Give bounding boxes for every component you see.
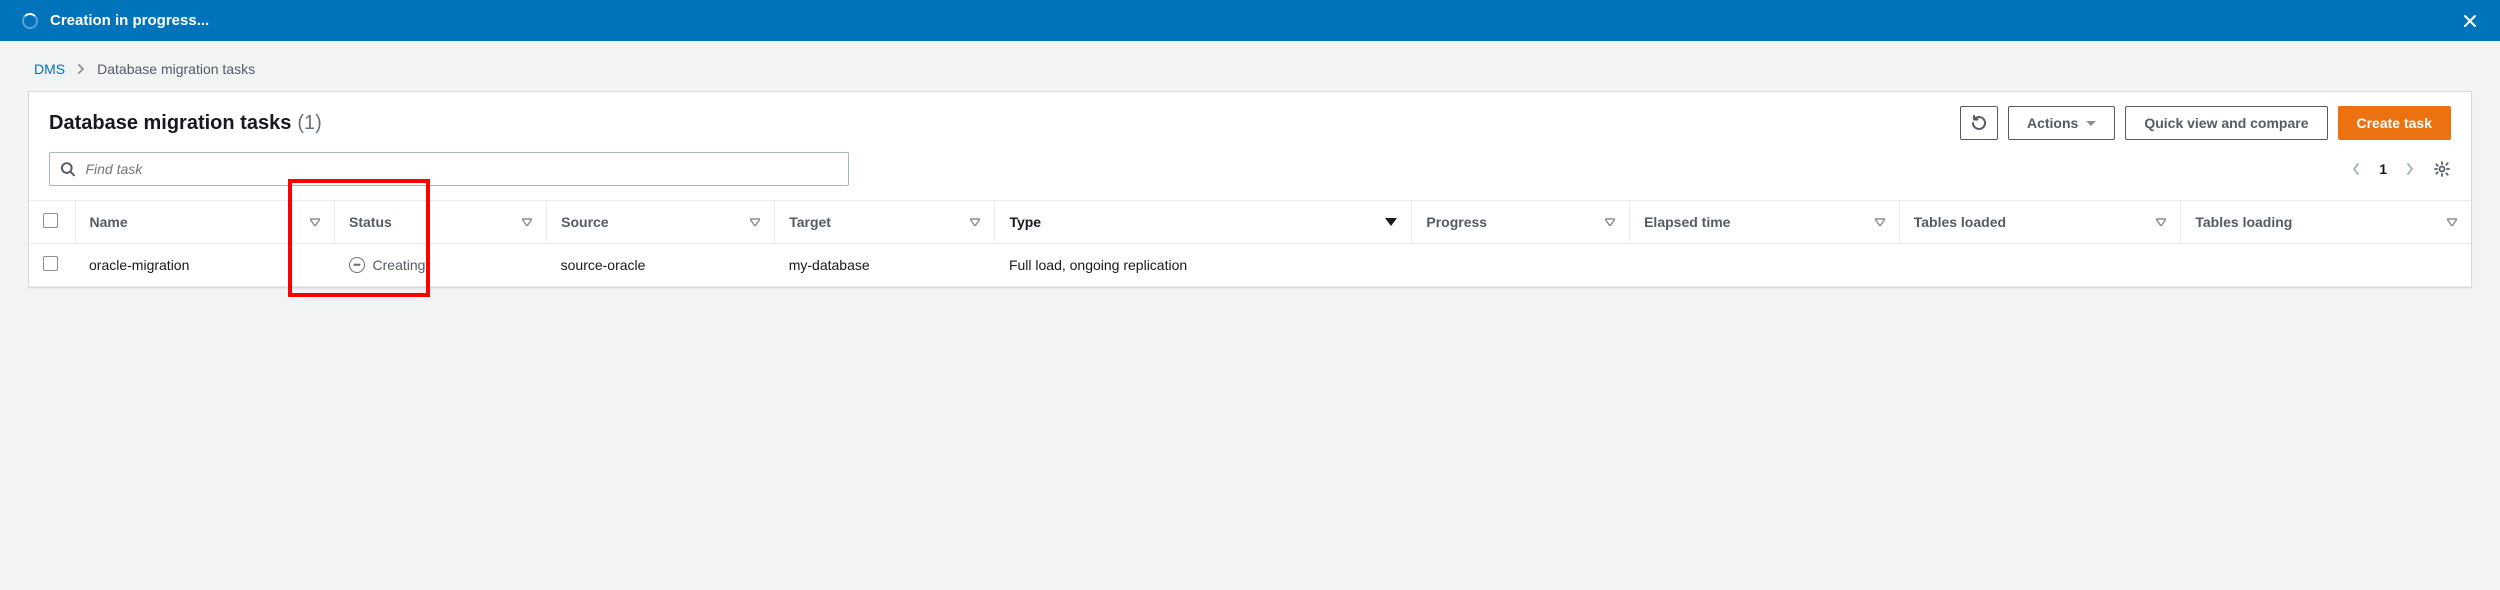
cell-target: my-database (775, 244, 995, 287)
status-text: Creating (373, 257, 426, 273)
create-task-button[interactable]: Create task (2338, 106, 2452, 140)
prev-page-button[interactable] (2351, 161, 2361, 177)
cell-tables-loading (2181, 244, 2471, 287)
refresh-icon (1971, 115, 1987, 131)
col-source[interactable]: Source (547, 201, 775, 244)
col-tables-loading[interactable]: Tables loading (2181, 201, 2471, 244)
banner-title: Creation in progress... (50, 12, 209, 29)
row-checkbox[interactable] (43, 256, 58, 271)
quick-view-button[interactable]: Quick view and compare (2125, 106, 2327, 140)
paginator: 1 (2351, 160, 2451, 178)
cell-source: source-oracle (547, 244, 775, 287)
cell-status: ••• Creating (335, 244, 547, 287)
quick-view-label: Quick view and compare (2144, 113, 2308, 133)
cell-tables-loaded (1899, 244, 2181, 287)
breadcrumb: DMS Database migration tasks (28, 61, 2472, 77)
col-status[interactable]: Status (335, 201, 547, 244)
breadcrumb-root[interactable]: DMS (34, 61, 65, 77)
create-task-label: Create task (2357, 113, 2433, 133)
cell-progress (1412, 244, 1630, 287)
cell-type: Full load, ongoing replication (995, 244, 1412, 287)
cell-name: oracle-migration (75, 244, 335, 287)
search-box[interactable] (49, 152, 849, 186)
actions-dropdown[interactable]: Actions (2008, 106, 2115, 140)
refresh-button[interactable] (1960, 106, 1998, 140)
tasks-panel: Database migration tasks (1) Actions Qui… (28, 91, 2472, 288)
col-elapsed[interactable]: Elapsed time (1630, 201, 1900, 244)
col-target[interactable]: Target (775, 201, 995, 244)
close-banner-button[interactable] (2462, 13, 2478, 29)
panel-title: Database migration tasks (1) (49, 112, 322, 135)
breadcrumb-current: Database migration tasks (97, 61, 255, 77)
settings-button[interactable] (2433, 160, 2451, 178)
search-input[interactable] (85, 161, 838, 177)
spinner-icon (22, 13, 38, 29)
cell-elapsed (1630, 244, 1900, 287)
status-pending-icon: ••• (349, 257, 365, 273)
tasks-table: Name Status Source Target Type Progress … (29, 200, 2471, 287)
col-tables-loaded[interactable]: Tables loaded (1899, 201, 2181, 244)
col-type[interactable]: Type (995, 201, 1412, 244)
chevron-right-icon (77, 63, 85, 75)
select-all-checkbox[interactable] (43, 213, 58, 228)
progress-banner: Creation in progress... (0, 0, 2500, 41)
next-page-button[interactable] (2405, 161, 2415, 177)
panel-title-text: Database migration tasks (49, 112, 291, 135)
sort-desc-icon (1385, 218, 1397, 226)
caret-down-icon (2086, 121, 2096, 126)
search-icon (60, 161, 75, 177)
page-number: 1 (2379, 161, 2387, 177)
table-row[interactable]: oracle-migration ••• Creating source-ora… (29, 244, 2471, 287)
actions-label: Actions (2027, 113, 2078, 133)
col-progress[interactable]: Progress (1412, 201, 1630, 244)
panel-count: (1) (297, 112, 321, 135)
col-name[interactable]: Name (75, 201, 335, 244)
